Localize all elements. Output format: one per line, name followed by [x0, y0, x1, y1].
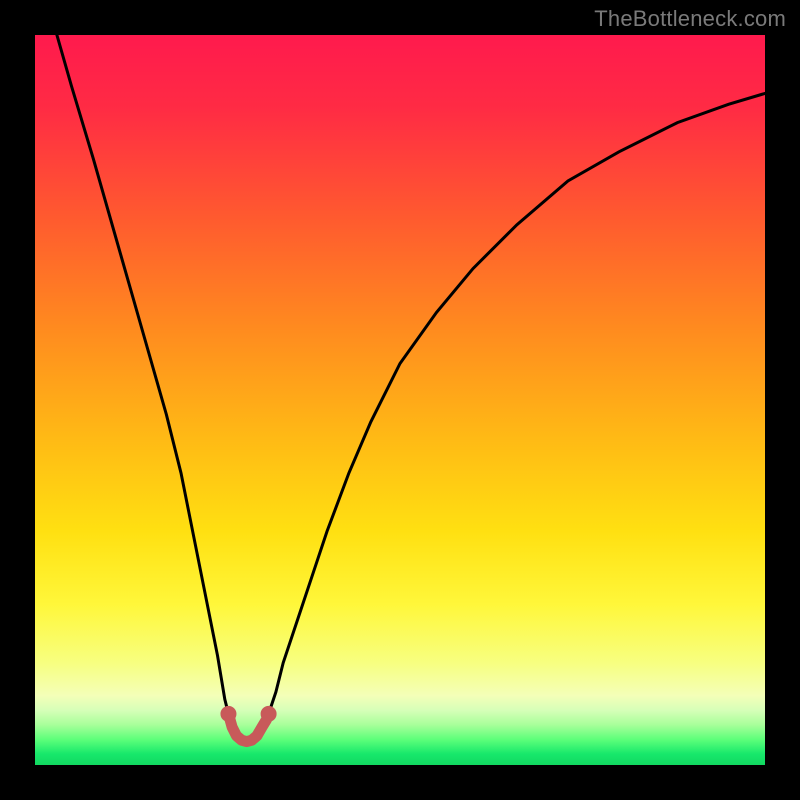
chart-stage: TheBottleneck.com [0, 0, 800, 800]
marker-dot [261, 706, 277, 722]
bottleneck-chart [0, 0, 800, 800]
watermark-text: TheBottleneck.com [594, 6, 786, 32]
marker-dot [220, 706, 236, 722]
plot-background [35, 35, 765, 765]
